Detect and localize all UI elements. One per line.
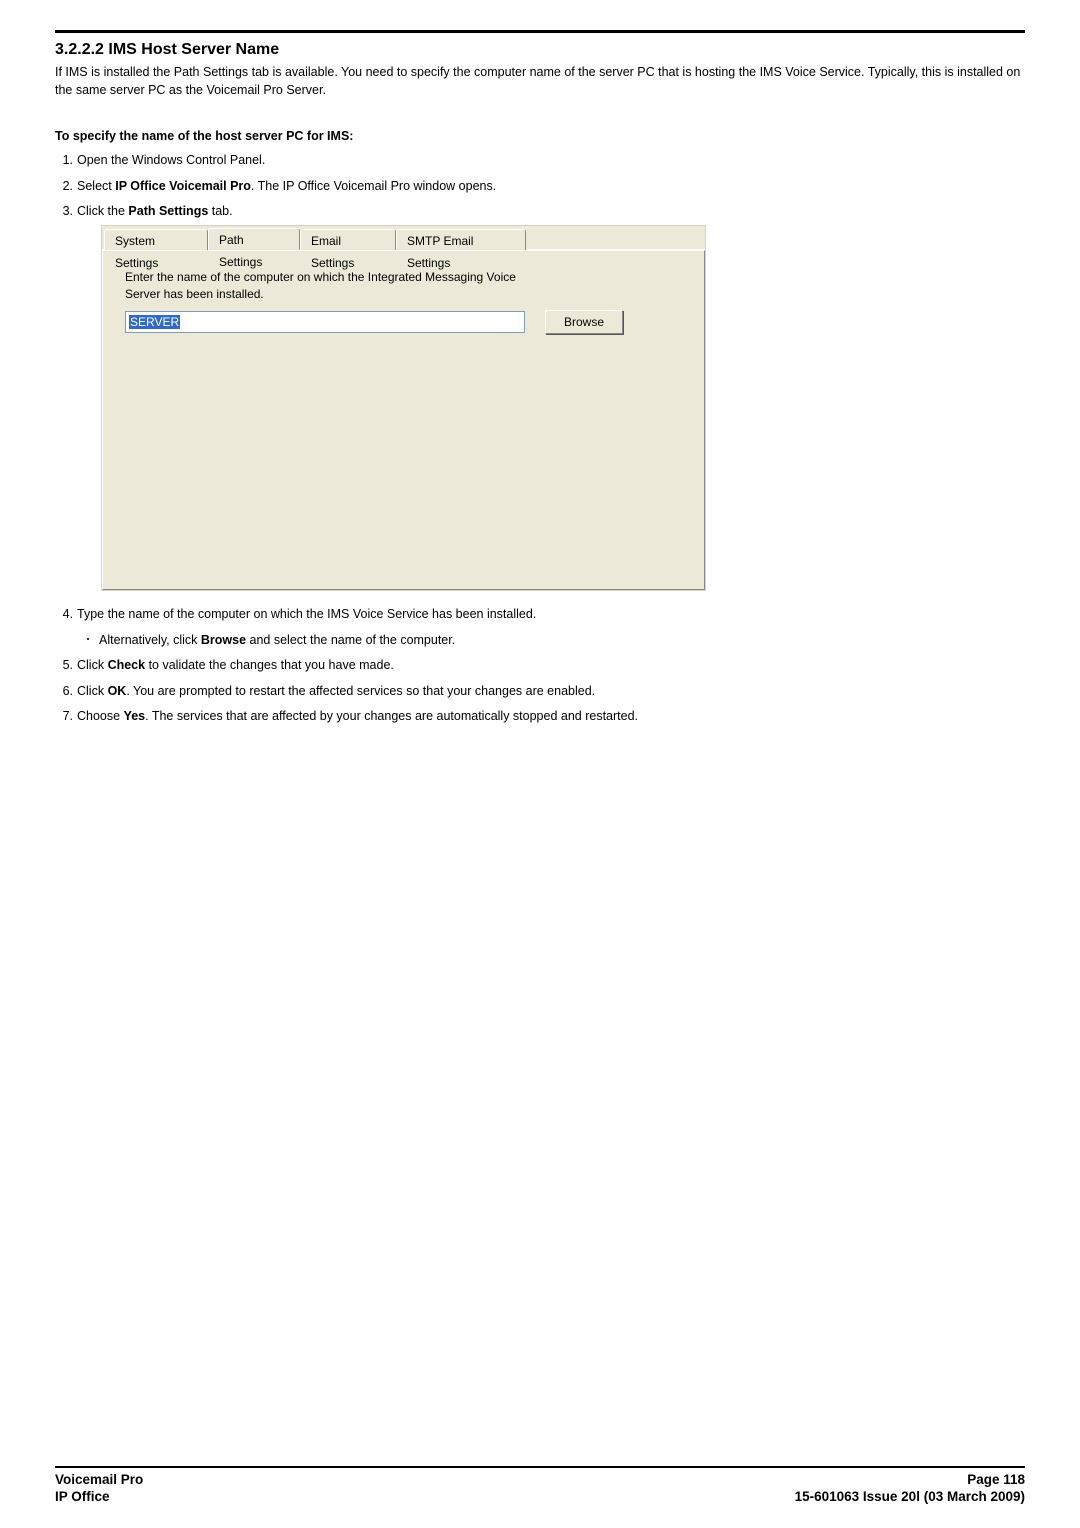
panel-instruction-line2: Server has been installed. xyxy=(125,287,264,301)
tab-email-settings[interactable]: Email Settings xyxy=(300,229,396,250)
panel-instruction-line1: Enter the name of the computer on which … xyxy=(125,270,516,284)
procedure-heading: To specify the name of the host server P… xyxy=(55,129,1025,143)
tab-smtp-email-settings[interactable]: SMTP Email Settings xyxy=(396,229,526,250)
step-2: 2. Select IP Office Voicemail Pro. The I… xyxy=(55,177,1025,196)
step-number: 3. xyxy=(55,202,73,221)
step-number: 5. xyxy=(55,656,73,675)
step-bold: Check xyxy=(108,658,146,672)
dialog-screenshot: System Settings Path Settings Email Sett… xyxy=(101,225,1025,591)
substep-4a: Alternatively, click Browse and select t… xyxy=(85,631,1025,650)
footer-subproduct: IP Office xyxy=(55,1489,110,1504)
tab-path-settings[interactable]: Path Settings xyxy=(208,228,300,250)
substep-prefix: Alternatively, click xyxy=(99,633,201,647)
settings-dialog: System Settings Path Settings Email Sett… xyxy=(101,225,706,591)
step-7: 7. Choose Yes. The services that are aff… xyxy=(55,707,1025,726)
step-5: 5. Click Check to validate the changes t… xyxy=(55,656,1025,675)
step-number: 4. xyxy=(55,605,73,624)
step-text-suffix: . The IP Office Voicemail Pro window ope… xyxy=(251,179,496,193)
bottom-rule xyxy=(55,1466,1025,1468)
step-4: 4. Type the name of the computer on whic… xyxy=(55,605,1025,650)
step-text-prefix: Select xyxy=(77,179,115,193)
tab-system-settings[interactable]: System Settings xyxy=(104,229,208,250)
step-text-prefix: Click xyxy=(77,684,108,698)
step-text: Type the name of the computer on which t… xyxy=(77,607,536,621)
step-number: 1. xyxy=(55,151,73,170)
step-text-prefix: Click the xyxy=(77,204,128,218)
step-number: 7. xyxy=(55,707,73,726)
tab-row: System Settings Path Settings Email Sett… xyxy=(102,226,705,250)
server-input-row: SERVER Browse xyxy=(125,310,682,334)
browse-button[interactable]: Browse xyxy=(545,310,623,334)
panel-instruction: Enter the name of the computer on which … xyxy=(125,269,682,301)
page-footer: Voicemail Pro IP Office Page 118 15-6010… xyxy=(55,1466,1025,1506)
step-3: 3. Click the Path Settings tab. System S… xyxy=(55,202,1025,591)
step-text-prefix: Choose xyxy=(77,709,124,723)
footer-doc-id: 15-601063 Issue 20l (03 March 2009) xyxy=(795,1489,1025,1504)
substep-bold: Browse xyxy=(201,633,246,647)
step-number: 2. xyxy=(55,177,73,196)
server-name-input[interactable]: SERVER xyxy=(125,311,525,333)
top-rule xyxy=(55,30,1025,33)
step-bold: Yes xyxy=(124,709,146,723)
step-1: 1. Open the Windows Control Panel. xyxy=(55,151,1025,170)
footer-product: Voicemail Pro xyxy=(55,1472,143,1487)
step-text-suffix: . The services that are affected by your… xyxy=(145,709,638,723)
step-bold: IP Office Voicemail Pro xyxy=(115,179,251,193)
step-6: 6. Click OK. You are prompted to restart… xyxy=(55,682,1025,701)
substep-suffix: and select the name of the computer. xyxy=(246,633,455,647)
step-number: 6. xyxy=(55,682,73,701)
step-list: 1. Open the Windows Control Panel. 2. Se… xyxy=(55,151,1025,726)
step-text-suffix: to validate the changes that you have ma… xyxy=(145,658,394,672)
path-settings-panel: Enter the name of the computer on which … xyxy=(102,250,705,590)
step-text-suffix: tab. xyxy=(208,204,232,218)
footer-page: Page 118 xyxy=(967,1472,1025,1487)
step-text: Open the Windows Control Panel. xyxy=(77,153,265,167)
substep-list: Alternatively, click Browse and select t… xyxy=(85,631,1025,650)
step-bold: Path Settings xyxy=(128,204,208,218)
step-text-prefix: Click xyxy=(77,658,108,672)
intro-paragraph: If IMS is installed the Path Settings ta… xyxy=(55,63,1025,99)
step-text-suffix: . You are prompted to restart the affect… xyxy=(126,684,595,698)
step-bold: OK xyxy=(108,684,127,698)
section-heading: 3.2.2.2 IMS Host Server Name xyxy=(55,41,1025,59)
server-name-value: SERVER xyxy=(129,315,180,329)
